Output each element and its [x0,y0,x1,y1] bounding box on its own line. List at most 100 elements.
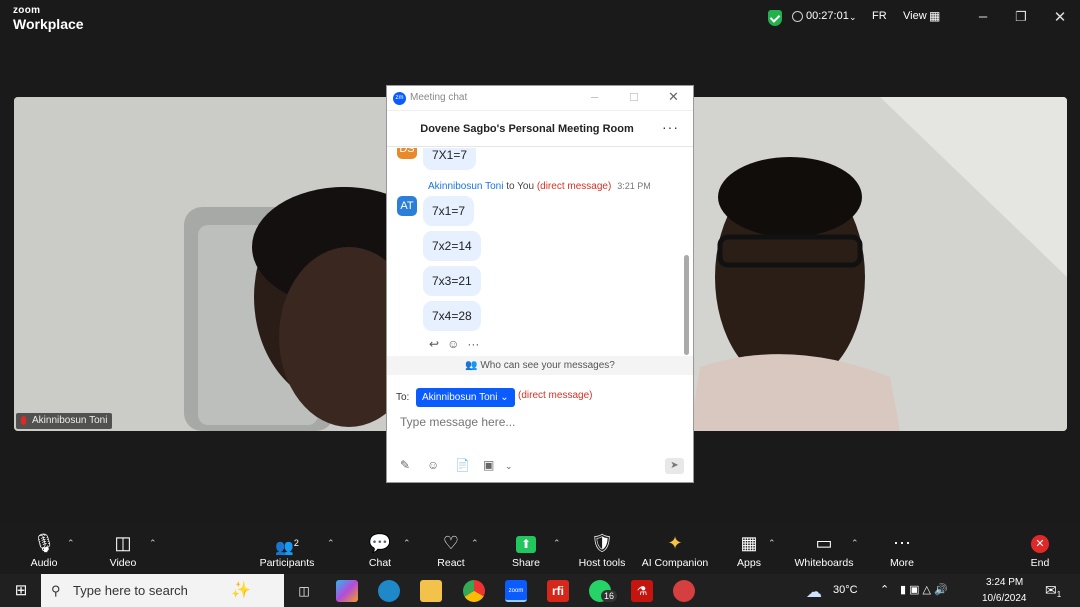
rfi-app-icon[interactable]: rfi [547,580,569,602]
chat-caret-icon[interactable]: ⌃ [403,538,411,549]
chat-maximize-icon[interactable]: ☐ [629,91,639,104]
share-button[interactable]: ⬆ Share [508,532,544,569]
more-options-icon[interactable]: ··· [662,119,679,135]
language-button[interactable]: FR [872,10,887,22]
taskbar-time[interactable]: 3:24 PM [986,577,1023,588]
chat-button[interactable]: 💬 Chat [362,532,398,569]
audio-button[interactable]: 🎙 Audio [26,532,62,569]
heart-icon: ♡ [442,533,460,553]
file-icon[interactable]: 📄 [455,458,470,472]
taskbar-date[interactable]: 10/6/2024 [982,593,1027,604]
muted-mic-icon [21,416,26,425]
chat-label: Chat [368,557,392,569]
chrome-icon[interactable] [463,580,485,602]
chat-close-icon[interactable]: ✕ [668,89,679,105]
weather-icon[interactable]: ☁ [806,582,822,602]
chat-window-titlebar[interactable]: zm Meeting chat – ☐ ✕ [387,86,693,111]
apps-button[interactable]: ▦ Apps [734,532,764,569]
taskbar-search[interactable]: ⚲ Type here to search ✨ [41,574,284,607]
avatar: AT [397,196,417,216]
chat-bubble[interactable]: 7x4=28 [423,301,481,331]
message-input[interactable] [400,415,680,429]
chevron-down-icon[interactable]: ⌄ [505,461,513,472]
chat-bubble[interactable]: 7x2=14 [423,231,481,261]
meeting-timer[interactable]: 00:27:01 [806,10,849,22]
task-view-icon[interactable]: ◫ [293,580,315,602]
host-tools-button[interactable]: 🛡 Host tools [574,532,630,569]
participants-count: 2 [293,538,299,548]
apps-caret-icon[interactable]: ⌃ [768,538,776,549]
emoji-icon[interactable]: ☺ [427,458,439,472]
screenshot-icon[interactable]: ▣ [483,458,494,472]
share-caret-icon[interactable]: ⌃ [553,538,561,549]
ai-companion-label: AI Companion [641,557,709,569]
notification-icon[interactable]: ✉1 [1045,582,1061,599]
chat-minimize-icon[interactable]: – [591,89,598,104]
edge-icon[interactable] [378,580,400,602]
app-icon[interactable] [673,580,695,602]
sender-name[interactable]: Akinnibosun Toni [428,181,503,192]
reply-icon[interactable]: ↩ [429,337,439,351]
avatar: DS [397,148,417,159]
participant-video-left[interactable] [14,97,394,431]
chat-bubble[interactable]: 7x1=7 [423,196,475,226]
more-icon: ⋯ [893,533,911,553]
host-tools-label: Host tools [578,557,626,569]
whiteboard-icon: ▭ [815,533,833,553]
whiteboards-label: Whiteboards [794,557,854,569]
emoji-reaction-icon[interactable]: ☺ [447,337,459,351]
acrobat-icon[interactable]: ⚗ [631,580,653,602]
message-time: 3:21 PM [617,181,651,191]
audio-label: Audio [30,557,58,569]
react-caret-icon[interactable]: ⌃ [471,538,479,549]
weather-temp[interactable]: 30°C [833,584,858,596]
end-icon: ✕ [1024,532,1056,554]
grid-icon[interactable]: ▦ [929,9,940,23]
participant-video-right[interactable] [690,97,1067,431]
file-explorer-icon[interactable] [420,580,442,602]
audio-options-caret-icon[interactable]: ⌃ [67,538,75,549]
participant-name: Akinnibosun Toni [32,415,108,426]
participants-button[interactable]: 👥2 Participants [256,532,318,569]
chat-bubble[interactable]: 7x3=21 [423,266,481,296]
whatsapp-icon[interactable]: 16 [589,580,618,602]
view-button[interactable]: View [903,10,927,22]
whiteboards-caret-icon[interactable]: ⌃ [851,538,859,549]
tray-icons[interactable]: ▮ ▣ △ 🔊 [900,583,948,596]
recipient-selector[interactable]: Akinnibosun Toni ⌄ [416,388,515,407]
logo-bottom-text: Workplace [13,16,84,32]
sparkle-icon: ✦ [667,533,683,553]
end-button[interactable]: ✕ End [1024,532,1056,569]
send-button[interactable]: ➤ [665,458,684,474]
clock-icon [792,11,803,22]
react-label: React [437,557,465,569]
participants-caret-icon[interactable]: ⌃ [327,538,335,549]
sparkle-icon: ✨ [231,582,251,599]
copilot-icon[interactable] [336,580,358,602]
whiteboards-button[interactable]: ▭ Whiteboards [792,532,856,569]
format-icon[interactable]: ✎ [400,458,410,472]
close-icon[interactable]: ✕ [1050,8,1070,26]
who-can-see-link[interactable]: 👥 Who can see your messages? [387,356,693,375]
more-icon[interactable]: ··· [467,337,479,351]
react-button[interactable]: ♡ React [432,532,470,569]
more-button[interactable]: ⋯ More [886,532,918,569]
video-options-caret-icon[interactable]: ⌃ [149,538,157,549]
windows-start-icon[interactable]: ⊞ [10,580,32,602]
chat-scrollbar[interactable] [684,255,689,355]
chat-messages[interactable]: DS 7X1=7 Akinnibosun Toni to You (direct… [387,148,693,378]
encryption-shield-icon[interactable] [768,10,782,26]
meeting-toolbar: 🎙 Audio ⌃ ◫ Video ⌃ 👥2 Participants ⌃ 💬 … [0,524,1080,574]
whatsapp-badge: 16 [601,590,618,602]
end-label: End [1030,557,1050,569]
restore-icon[interactable]: ❐ [1011,9,1031,25]
meeting-chat-window[interactable]: zm Meeting chat – ☐ ✕ Dovene Sagbo's Per… [386,85,694,483]
chevron-down-icon[interactable]: ⌄ [849,12,857,23]
chevron-up-icon[interactable]: ⌃ [880,583,889,596]
ai-companion-button[interactable]: ✦ AI Companion [640,532,710,569]
zoom-icon: zm [393,92,406,105]
zoom-taskbar-icon[interactable]: zoom [505,580,527,602]
video-button[interactable]: ◫ Video [104,532,142,569]
minimize-icon[interactable]: – [973,8,993,25]
share-icon: ⬆ [508,532,544,554]
